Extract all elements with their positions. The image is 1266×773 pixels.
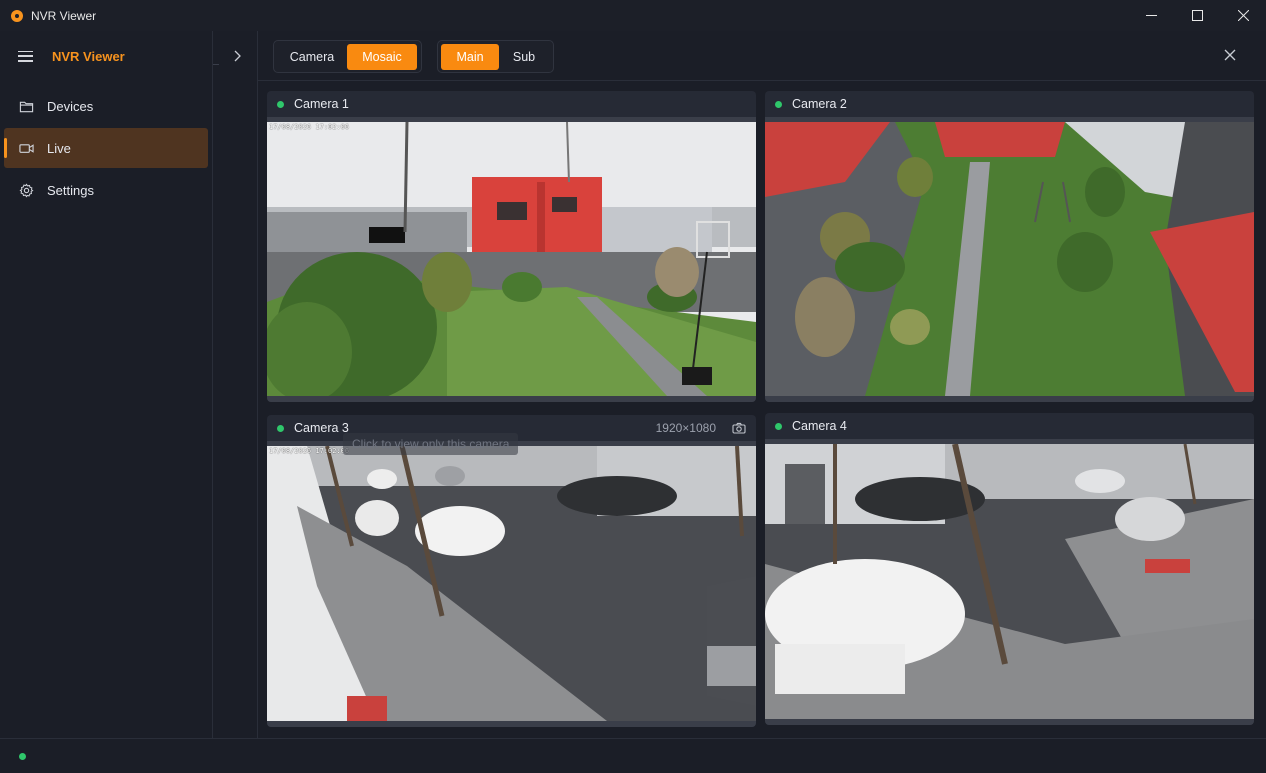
close-window-button[interactable] (1220, 0, 1266, 31)
sidebar-item-settings[interactable]: Settings (4, 170, 208, 210)
video-timestamp: 17/08/2026 17:02:06 (269, 123, 350, 131)
camera-tile-3[interactable]: Camera 3 1920×1080 17/08/2026 17:02:06 (267, 415, 756, 727)
camera-feed[interactable]: 17/08/2026 17:02:06 (267, 122, 756, 396)
folder-icon (18, 98, 34, 114)
camera-3-image (267, 446, 756, 721)
camera-name: Camera 2 (792, 97, 847, 111)
camera-snapshot-icon[interactable] (732, 422, 746, 434)
camera-tile-1[interactable]: Camera 1 17/08/2026 17:02:06 (267, 91, 756, 402)
view-mode-toggle: Camera Mosaic (273, 40, 422, 73)
camera-tooltip: Click to view only this camera (343, 433, 518, 455)
online-status-dot (277, 100, 284, 108)
device-panel-collapsed (213, 31, 258, 738)
sidebar: NVR Viewer Devices Live Settings (0, 31, 213, 738)
sidebar-item-label: Devices (47, 98, 94, 114)
camera-tile-2[interactable]: Camera 2 (765, 91, 1254, 402)
sub-stream-button[interactable]: Sub (499, 44, 549, 70)
mosaic-mode-button[interactable]: Mosaic (347, 43, 417, 70)
gear-icon (18, 182, 34, 198)
sidebar-header: NVR Viewer (0, 31, 212, 81)
sidebar-item-devices[interactable]: Devices (4, 86, 208, 126)
camera-name: Camera 3 (294, 421, 349, 435)
camera-mode-button[interactable]: Camera (277, 44, 347, 70)
close-icon[interactable] (1224, 49, 1236, 61)
sidebar-nav: Devices Live Settings (0, 86, 212, 210)
camera-tile-4[interactable]: Camera 4 (765, 413, 1254, 725)
minimize-button[interactable] (1128, 0, 1174, 31)
title-bar: NVR Viewer (0, 0, 1266, 31)
online-status-dot (277, 424, 284, 432)
camera-feed[interactable] (765, 122, 1254, 396)
hamburger-menu-icon[interactable] (18, 50, 33, 62)
camera-feed[interactable] (765, 444, 1254, 719)
camera-feed[interactable]: 17/08/2026 17:02:06 (267, 446, 756, 721)
close-icon (1237, 10, 1249, 21)
camera-header: Camera 4 (765, 413, 1254, 439)
resolution-label: 1920×1080 (655, 421, 716, 435)
online-status-dot (775, 422, 782, 430)
divider (213, 64, 219, 65)
camera-2-image (765, 122, 1254, 396)
sidebar-item-label: Live (47, 140, 71, 156)
online-status-dot (775, 100, 782, 108)
maximize-button[interactable] (1174, 0, 1220, 31)
connection-status-dot (19, 753, 26, 760)
camera-4-image (765, 444, 1254, 719)
camera-name: Camera 4 (792, 419, 847, 433)
chevron-right-icon[interactable] (231, 49, 243, 63)
minimize-icon (1145, 15, 1157, 16)
video-timestamp: 17/08/2026 17:02:06 (269, 447, 350, 455)
maximize-icon (1191, 10, 1203, 21)
video-icon (18, 140, 34, 156)
camera-1-image (267, 122, 756, 396)
app-logo-icon (11, 9, 23, 22)
window-title: NVR Viewer (31, 8, 97, 23)
live-toolbar: Camera Mosaic Main Sub (258, 31, 1266, 81)
window-controls (1128, 0, 1266, 31)
status-bar (0, 738, 1266, 773)
sidebar-item-label: Settings (47, 182, 94, 198)
camera-header: Camera 1 (267, 91, 756, 117)
stream-toggle: Main Sub (437, 40, 554, 73)
camera-name: Camera 1 (294, 97, 349, 111)
sidebar-item-live[interactable]: Live (4, 128, 208, 168)
camera-header: Camera 2 (765, 91, 1254, 117)
sidebar-brand: NVR Viewer (52, 48, 125, 64)
main-stream-button[interactable]: Main (441, 43, 499, 70)
